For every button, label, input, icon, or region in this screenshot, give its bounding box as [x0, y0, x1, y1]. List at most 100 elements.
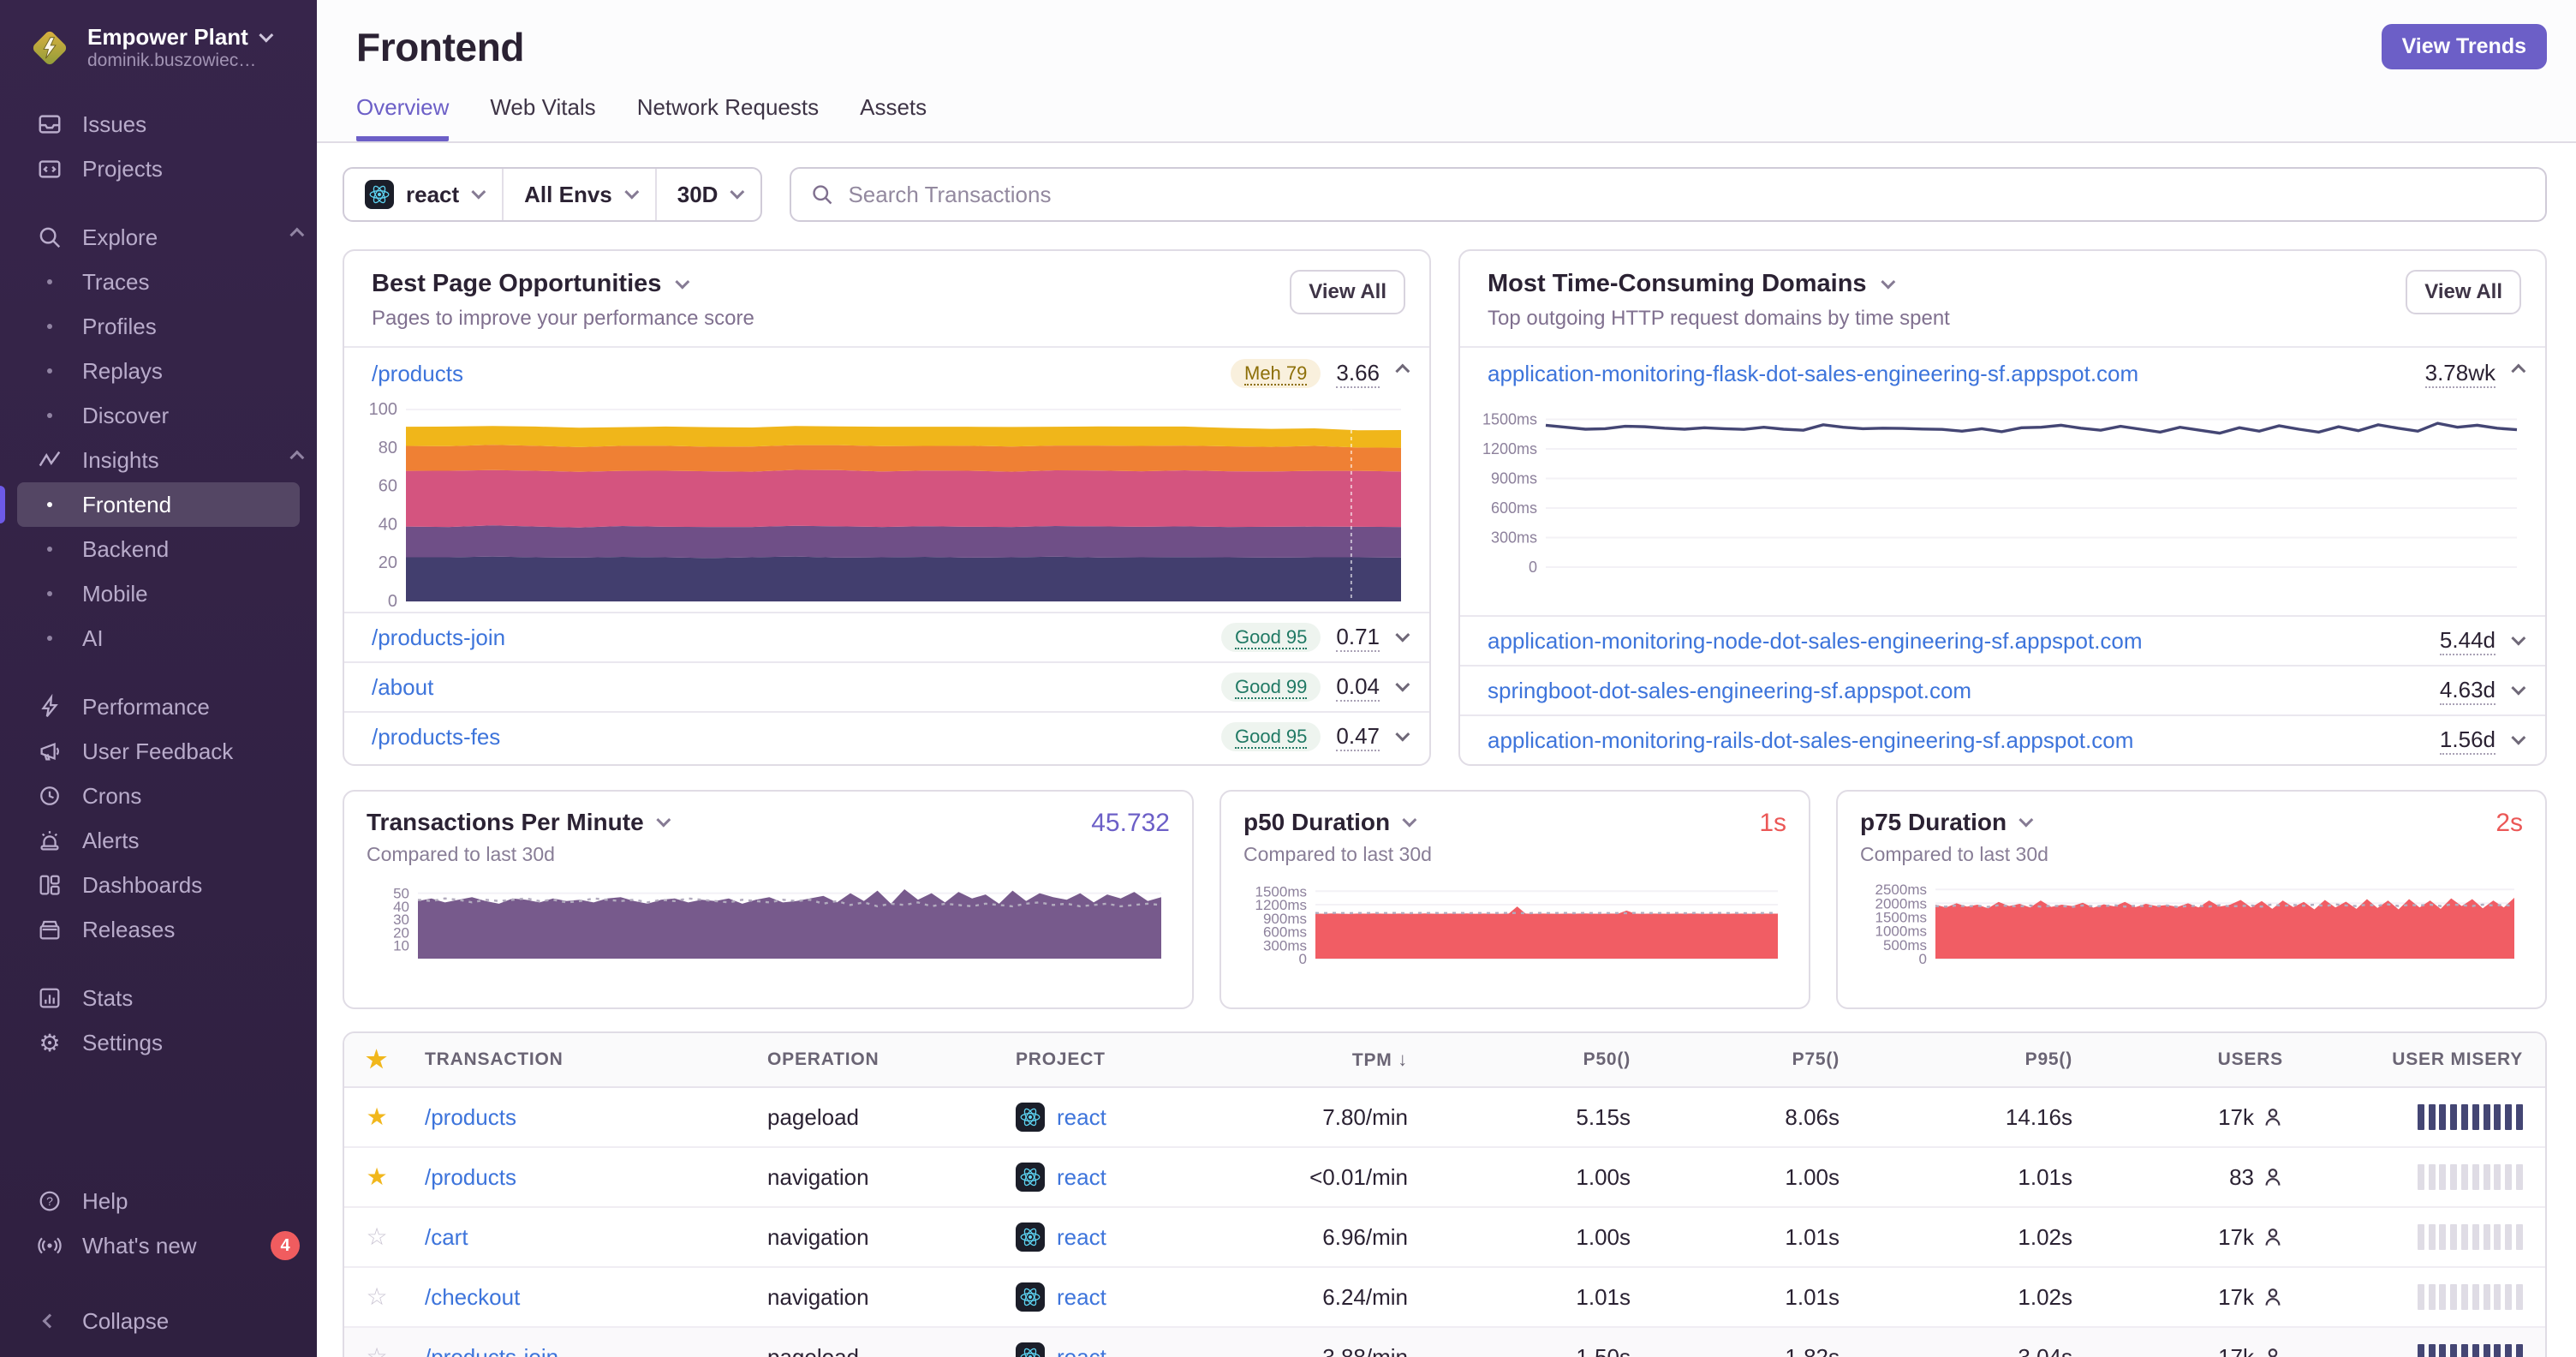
card-title-toggle[interactable]: Most Time-Consuming Domains: [1488, 270, 1950, 298]
search-transactions-input[interactable]: [848, 181, 2526, 208]
star-toggle[interactable]: ☆: [366, 1344, 387, 1357]
column-user-misery[interactable]: USER MISERY: [2299, 1049, 2545, 1070]
sidebar-item-whats-new[interactable]: What's new 4: [0, 1223, 317, 1268]
sidebar-item-alerts[interactable]: Alerts: [0, 818, 317, 863]
sidebar-item-projects[interactable]: Projects: [0, 146, 317, 191]
tpm-title-toggle[interactable]: Transactions Per Minute: [367, 809, 671, 836]
date-range-filter[interactable]: 30D: [654, 169, 761, 220]
page-opportunity-row[interactable]: /products-fes Good 95 0.47: [344, 711, 1429, 761]
transaction-link[interactable]: /products-fes: [372, 724, 500, 750]
transaction-link[interactable]: /cart: [425, 1224, 468, 1250]
sidebar-item-profiles[interactable]: Profiles: [0, 304, 317, 349]
table-row[interactable]: ★ /products navigation react <0.01/min 1…: [344, 1148, 2545, 1208]
sidebar-collapse-button[interactable]: Collapse: [0, 1299, 317, 1343]
sidebar-item-mobile[interactable]: Mobile: [0, 571, 317, 616]
transaction-link[interactable]: /products: [425, 1104, 516, 1130]
sidebar-item-replays[interactable]: Replays: [0, 349, 317, 393]
project-link[interactable]: react: [1057, 1284, 1106, 1311]
sidebar-item-traces[interactable]: Traces: [0, 260, 317, 304]
domain-duration-line-chart[interactable]: 0 300ms 600ms 900ms 1200ms 1500ms: [1470, 403, 2525, 576]
project-link[interactable]: react: [1057, 1224, 1106, 1251]
domain-link[interactable]: application-monitoring-rails-dot-sales-e…: [1488, 727, 2133, 754]
view-all-pages-button[interactable]: View All: [1290, 270, 1405, 314]
domain-link[interactable]: springboot-dot-sales-engineering-sf.apps…: [1488, 678, 1971, 704]
sidebar-item-crons[interactable]: Crons: [0, 774, 317, 818]
sidebar-item-frontend[interactable]: Frontend: [0, 482, 317, 527]
transaction-link[interactable]: /products-join: [372, 625, 505, 651]
column-transaction[interactable]: TRANSACTION: [409, 1049, 752, 1070]
sidebar-item-discover[interactable]: Discover: [0, 393, 317, 438]
tab-web-vitals[interactable]: Web Vitals: [490, 94, 595, 141]
sidebar-item-performance[interactable]: Performance: [0, 684, 317, 729]
domain-row[interactable]: application-monitoring-rails-dot-sales-e…: [1460, 714, 2545, 764]
project-link[interactable]: react: [1057, 1344, 1106, 1357]
expand-row-icon[interactable]: [2511, 680, 2526, 696]
domain-row[interactable]: application-monitoring-node-dot-sales-en…: [1460, 615, 2545, 665]
column-p75[interactable]: P75(): [1646, 1049, 1855, 1070]
tab-assets[interactable]: Assets: [860, 94, 927, 141]
domain-row[interactable]: application-monitoring-flask-dot-sales-e…: [1460, 348, 2545, 399]
collapse-row-icon[interactable]: [1395, 363, 1410, 379]
table-row[interactable]: ☆ /cart navigation react 6.96/min 1.00s …: [344, 1208, 2545, 1268]
page-opportunity-row[interactable]: /products-join Good 95 0.71: [344, 612, 1429, 661]
sidebar-item-help[interactable]: ? Help: [0, 1179, 317, 1223]
p75-area-chart[interactable]: 0 500ms 1000ms 1500ms 2000ms 2500ms: [1860, 880, 2523, 967]
star-toggle[interactable]: ★: [366, 1104, 387, 1130]
domain-row[interactable]: springboot-dot-sales-engineering-sf.apps…: [1460, 665, 2545, 714]
table-row[interactable]: ★ /products pageload react 7.80/min 5.15…: [344, 1088, 2545, 1148]
sidebar-item-issues[interactable]: Issues: [0, 102, 317, 146]
column-p50[interactable]: P50(): [1423, 1049, 1646, 1070]
sidebar-item-ai[interactable]: AI: [0, 616, 317, 661]
column-operation[interactable]: OPERATION: [752, 1049, 992, 1070]
expand-row-icon[interactable]: [1395, 677, 1410, 692]
transaction-link[interactable]: /checkout: [425, 1284, 520, 1310]
domain-link[interactable]: application-monitoring-node-dot-sales-en…: [1488, 628, 2143, 655]
card-title-toggle[interactable]: Best Page Opportunities: [372, 270, 754, 298]
domain-link[interactable]: application-monitoring-flask-dot-sales-e…: [1488, 361, 2138, 387]
expand-row-icon[interactable]: [2511, 730, 2526, 745]
transaction-link[interactable]: /products: [425, 1164, 516, 1190]
transaction-link[interactable]: /products: [372, 361, 463, 387]
column-project[interactable]: PROJECT: [992, 1049, 1249, 1070]
star-toggle[interactable]: ☆: [366, 1224, 387, 1250]
expand-row-icon[interactable]: [1395, 627, 1410, 643]
star-toggle[interactable]: ☆: [366, 1284, 387, 1310]
table-row[interactable]: ☆ /products-join pageload react 3.88/min…: [344, 1328, 2545, 1357]
project-link[interactable]: react: [1057, 1104, 1106, 1131]
sidebar-item-user-feedback[interactable]: User Feedback: [0, 729, 317, 774]
star-toggle[interactable]: ★: [366, 1164, 387, 1190]
sidebar-item-backend[interactable]: Backend: [0, 527, 317, 571]
expand-row-icon[interactable]: [2511, 631, 2526, 646]
p50-title-toggle[interactable]: p50 Duration: [1243, 809, 1417, 836]
sidebar-item-label: Replays: [82, 357, 163, 384]
column-p95[interactable]: P95(): [1855, 1049, 2088, 1070]
sidebar-item-settings[interactable]: ⚙ Settings: [0, 1020, 317, 1065]
performance-score-stacked-chart[interactable]: 0 20 40 60 80 100: [355, 400, 1409, 611]
column-tpm-sorted[interactable]: TPM ↓: [1249, 1049, 1423, 1071]
tpm-area-chart[interactable]: 10 20 30 40 50: [367, 880, 1170, 965]
project-link[interactable]: react: [1057, 1164, 1106, 1191]
p75-title-toggle[interactable]: p75 Duration: [1860, 809, 2034, 836]
page-opportunity-row[interactable]: /about Good 99 0.04: [344, 661, 1429, 711]
tab-overview[interactable]: Overview: [356, 94, 450, 141]
p50-area-chart[interactable]: 0 300ms 600ms 900ms 1200ms 1500ms: [1243, 880, 1786, 967]
sidebar-item-stats[interactable]: Stats: [0, 976, 317, 1020]
view-trends-button[interactable]: View Trends: [2381, 24, 2547, 69]
sidebar-group-explore[interactable]: Explore: [0, 215, 317, 260]
project-filter[interactable]: react: [344, 169, 502, 220]
sidebar-group-insights[interactable]: Insights: [0, 438, 317, 482]
tab-network-requests[interactable]: Network Requests: [637, 94, 819, 141]
environment-filter[interactable]: All Envs: [502, 169, 655, 220]
transaction-link[interactable]: /about: [372, 674, 433, 701]
page-opportunity-row[interactable]: /products Meh 79 3.66: [344, 348, 1429, 399]
star-column-icon[interactable]: ★: [366, 1048, 388, 1073]
sidebar-item-dashboards[interactable]: Dashboards: [0, 863, 317, 907]
org-switcher[interactable]: Empower Plant dominik.buszowiec…: [0, 0, 317, 88]
view-all-domains-button[interactable]: View All: [2406, 270, 2521, 314]
table-row[interactable]: ☆ /checkout navigation react 6.24/min 1.…: [344, 1268, 2545, 1328]
transaction-link[interactable]: /products-join: [425, 1344, 558, 1357]
expand-row-icon[interactable]: [1395, 726, 1410, 742]
collapse-row-icon[interactable]: [2511, 363, 2526, 379]
sidebar-item-releases[interactable]: Releases: [0, 907, 317, 952]
column-users[interactable]: USERS: [2088, 1049, 2299, 1070]
